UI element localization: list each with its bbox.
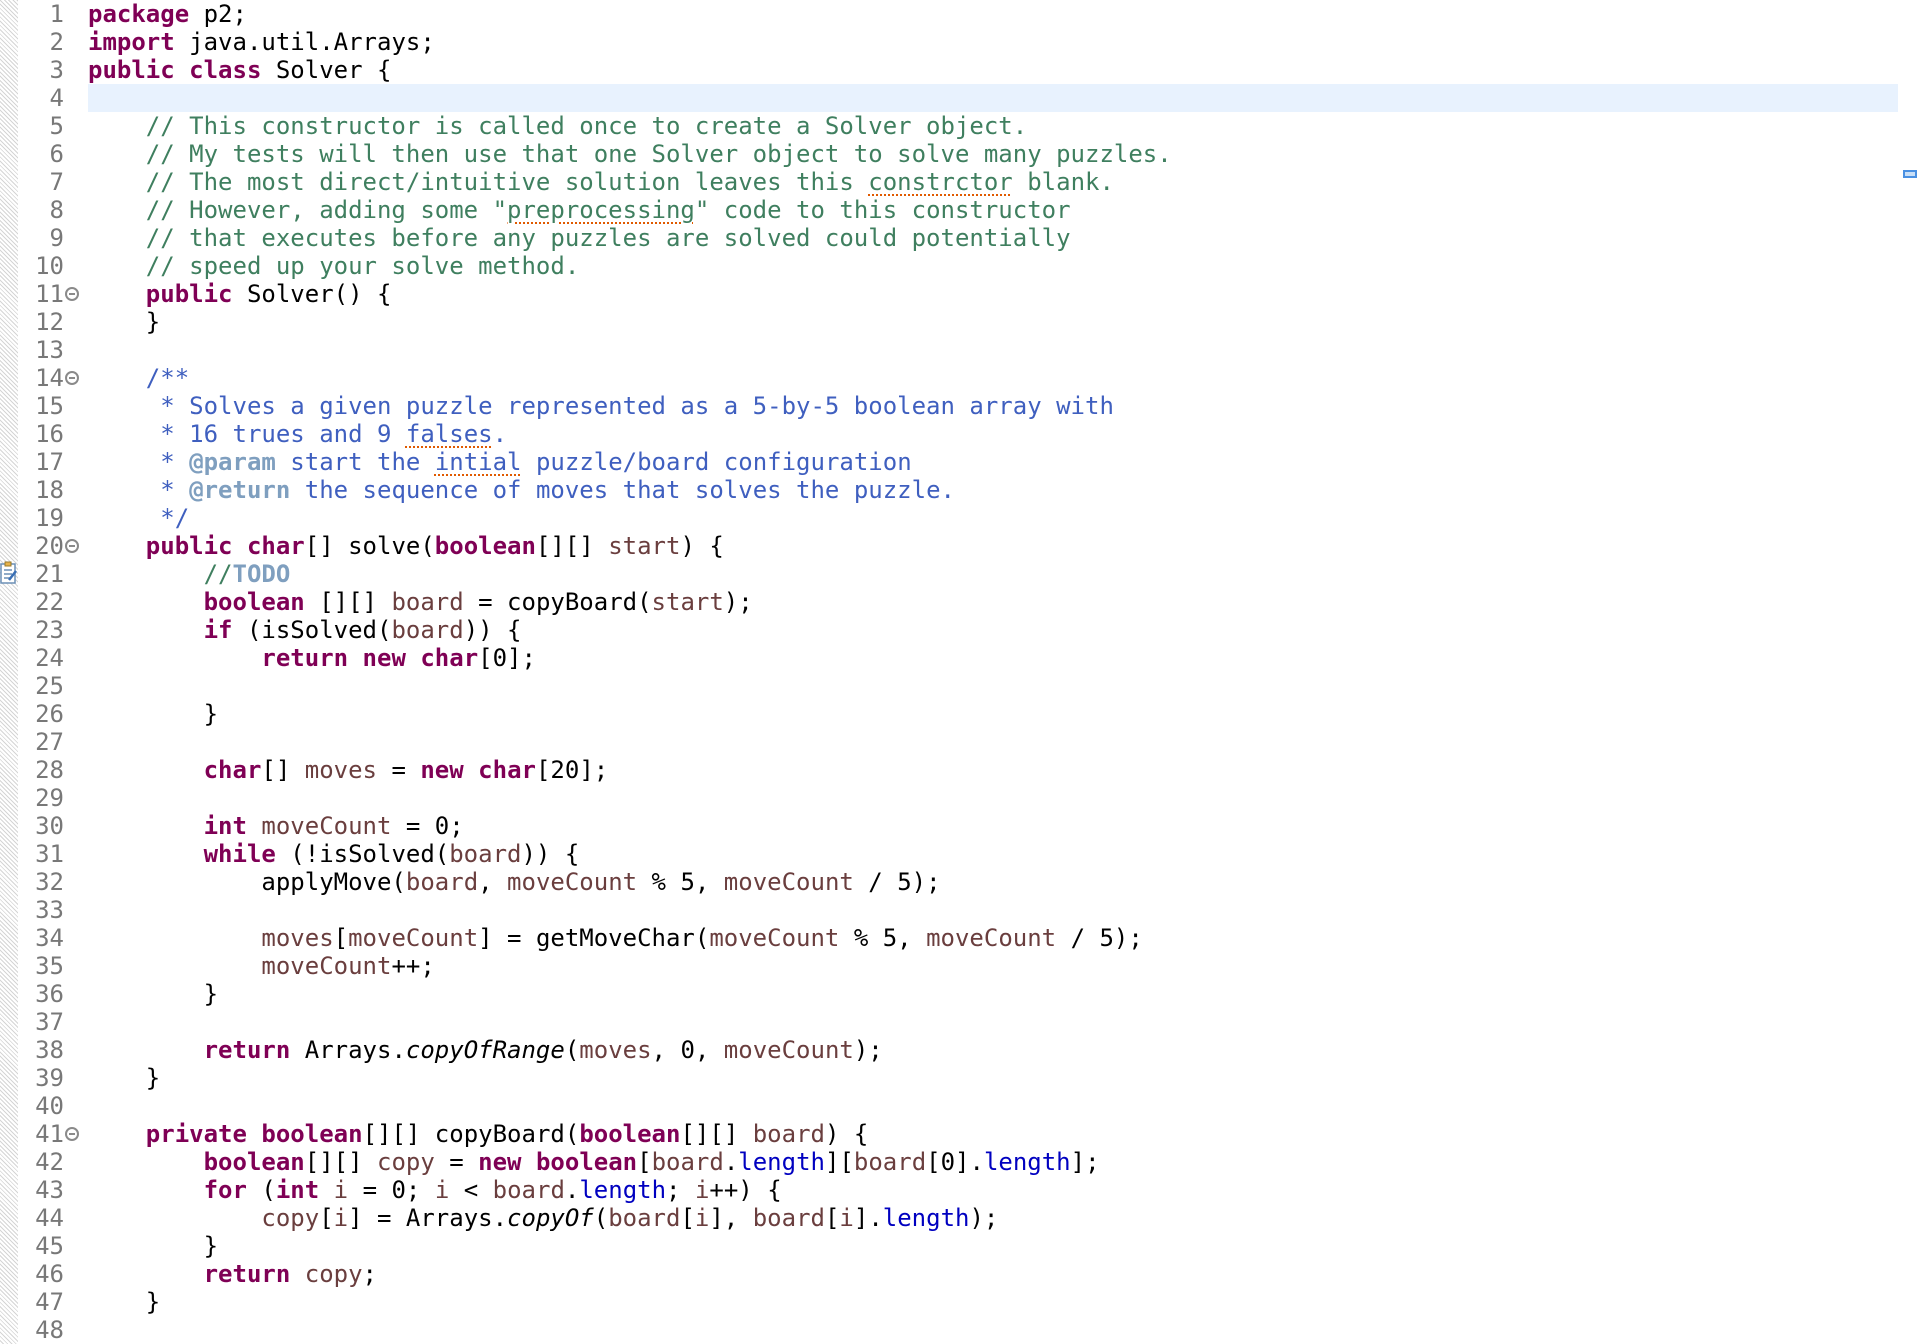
code-line[interactable]: }	[88, 1232, 218, 1260]
line-number: 6	[49, 140, 64, 168]
line-number: 29	[35, 784, 64, 812]
code-line[interactable]: * Solves a given puzzle represented as a…	[88, 392, 1114, 420]
code-line[interactable]: }	[88, 700, 218, 728]
code-line[interactable]: * @return the sequence of moves that sol…	[88, 476, 955, 504]
code-line[interactable]: if (isSolved(board)) {	[88, 616, 522, 644]
line-number: 25	[35, 672, 64, 700]
line-number: 11	[35, 280, 64, 308]
line-number: 28	[35, 756, 64, 784]
fold-collapse-icon[interactable]	[65, 371, 79, 385]
line-number: 46	[35, 1260, 64, 1288]
line-number: 27	[35, 728, 64, 756]
code-line[interactable]: */	[88, 504, 189, 532]
line-number: 31	[35, 840, 64, 868]
line-number: 7	[49, 168, 64, 196]
code-line[interactable]: moveCount++;	[88, 952, 434, 980]
line-number: 18	[35, 476, 64, 504]
line-number: 47	[35, 1288, 64, 1316]
code-line[interactable]: // speed up your solve method.	[88, 252, 579, 280]
code-line[interactable]: // This constructor is called once to cr…	[88, 112, 1027, 140]
line-number: 20	[35, 532, 64, 560]
fold-collapse-icon[interactable]	[65, 1127, 79, 1141]
code-line[interactable]: private boolean[][] copyBoard(boolean[][…	[88, 1120, 869, 1148]
code-line[interactable]: int moveCount = 0;	[88, 812, 464, 840]
line-number: 48	[35, 1316, 64, 1344]
line-number: 4	[49, 84, 64, 112]
line-number: 9	[49, 224, 64, 252]
code-line[interactable]: for (int i = 0; i < board.length; i++) {	[88, 1176, 782, 1204]
code-line[interactable]: public Solver() {	[88, 280, 392, 308]
code-line[interactable]: // that executes before any puzzles are …	[88, 224, 1071, 252]
line-number: 40	[35, 1092, 64, 1120]
line-number: 35	[35, 952, 64, 980]
code-line[interactable]: while (!isSolved(board)) {	[88, 840, 580, 868]
line-number: 30	[35, 812, 64, 840]
line-number: 22	[35, 588, 64, 616]
code-line[interactable]: }	[88, 308, 160, 336]
line-number: 2	[49, 28, 64, 56]
code-line[interactable]: }	[88, 1288, 160, 1316]
line-number: 24	[35, 644, 64, 672]
code-line[interactable]: return Arrays.copyOfRange(moves, 0, move…	[88, 1036, 883, 1064]
line-number: 45	[35, 1232, 64, 1260]
line-number: 34	[35, 924, 64, 952]
line-number: 32	[35, 868, 64, 896]
fold-collapse-icon[interactable]	[65, 287, 79, 301]
code-line[interactable]: public class Solver {	[88, 56, 391, 84]
code-line[interactable]: applyMove(board, moveCount % 5, moveCoun…	[88, 868, 940, 896]
current-line-highlight	[88, 84, 1898, 112]
code-editor[interactable]: 1 package p2; 2 import java.util.Arrays; 3 pu…	[0, 0, 1920, 1344]
code-line[interactable]: }	[88, 1064, 160, 1092]
code-line[interactable]: //TODO	[88, 560, 291, 588]
line-number: 13	[35, 336, 64, 364]
line-number: 12	[35, 308, 64, 336]
line-number: 36	[35, 980, 64, 1008]
line-number: 38	[35, 1036, 64, 1064]
line-number: 8	[49, 196, 64, 224]
code-line[interactable]: * 16 trues and 9 falses.	[88, 420, 507, 448]
code-line[interactable]: package p2;	[88, 0, 247, 28]
code-line[interactable]: copy[i] = Arrays.copyOf(board[i], board[…	[88, 1204, 998, 1232]
code-line[interactable]: boolean[][] copy = new boolean[board.len…	[88, 1148, 1100, 1176]
code-line[interactable]: // However, adding some "preprocessing" …	[88, 196, 1071, 224]
task-clipboard-icon[interactable]	[0, 560, 18, 586]
code-line[interactable]: }	[88, 980, 218, 1008]
code-line[interactable]: // The most direct/intuitive solution le…	[88, 168, 1114, 196]
code-line[interactable]: /**	[88, 364, 189, 392]
line-number: 15	[35, 392, 64, 420]
code-line[interactable]: boolean [][] board = copyBoard(start);	[88, 588, 753, 616]
editor-ruler-hatch	[0, 0, 18, 1344]
code-line[interactable]: * @param start the intial puzzle/board c…	[88, 448, 911, 476]
line-number: 3	[49, 56, 64, 84]
line-number: 1	[49, 0, 64, 28]
line-number: 17	[35, 448, 64, 476]
code-line[interactable]: return new char[0];	[88, 644, 536, 672]
code-line[interactable]: moves[moveCount] = getMoveChar(moveCount…	[88, 924, 1142, 952]
code-line[interactable]: char[] moves = new char[20];	[88, 756, 609, 784]
fold-collapse-icon[interactable]	[65, 539, 79, 553]
line-number: 19	[35, 504, 64, 532]
line-number: 37	[35, 1008, 64, 1036]
code-line[interactable]: return copy;	[88, 1260, 377, 1288]
line-number: 42	[35, 1148, 64, 1176]
line-number: 21	[35, 560, 64, 588]
code-line[interactable]: import java.util.Arrays;	[88, 28, 435, 56]
line-number: 44	[35, 1204, 64, 1232]
line-number: 39	[35, 1064, 64, 1092]
line-number: 16	[35, 420, 64, 448]
line-number: 26	[35, 700, 64, 728]
overview-ruler-marker[interactable]	[1903, 170, 1917, 178]
code-line[interactable]: public char[] solve(boolean[][] start) {	[88, 532, 724, 560]
line-number: 5	[49, 112, 64, 140]
line-number: 33	[35, 896, 64, 924]
line-number: 14	[35, 364, 64, 392]
code-line[interactable]: // My tests will then use that one Solve…	[88, 140, 1172, 168]
line-number: 10	[35, 252, 64, 280]
line-number: 43	[35, 1176, 64, 1204]
line-number: 23	[35, 616, 64, 644]
line-number: 41	[35, 1120, 64, 1148]
